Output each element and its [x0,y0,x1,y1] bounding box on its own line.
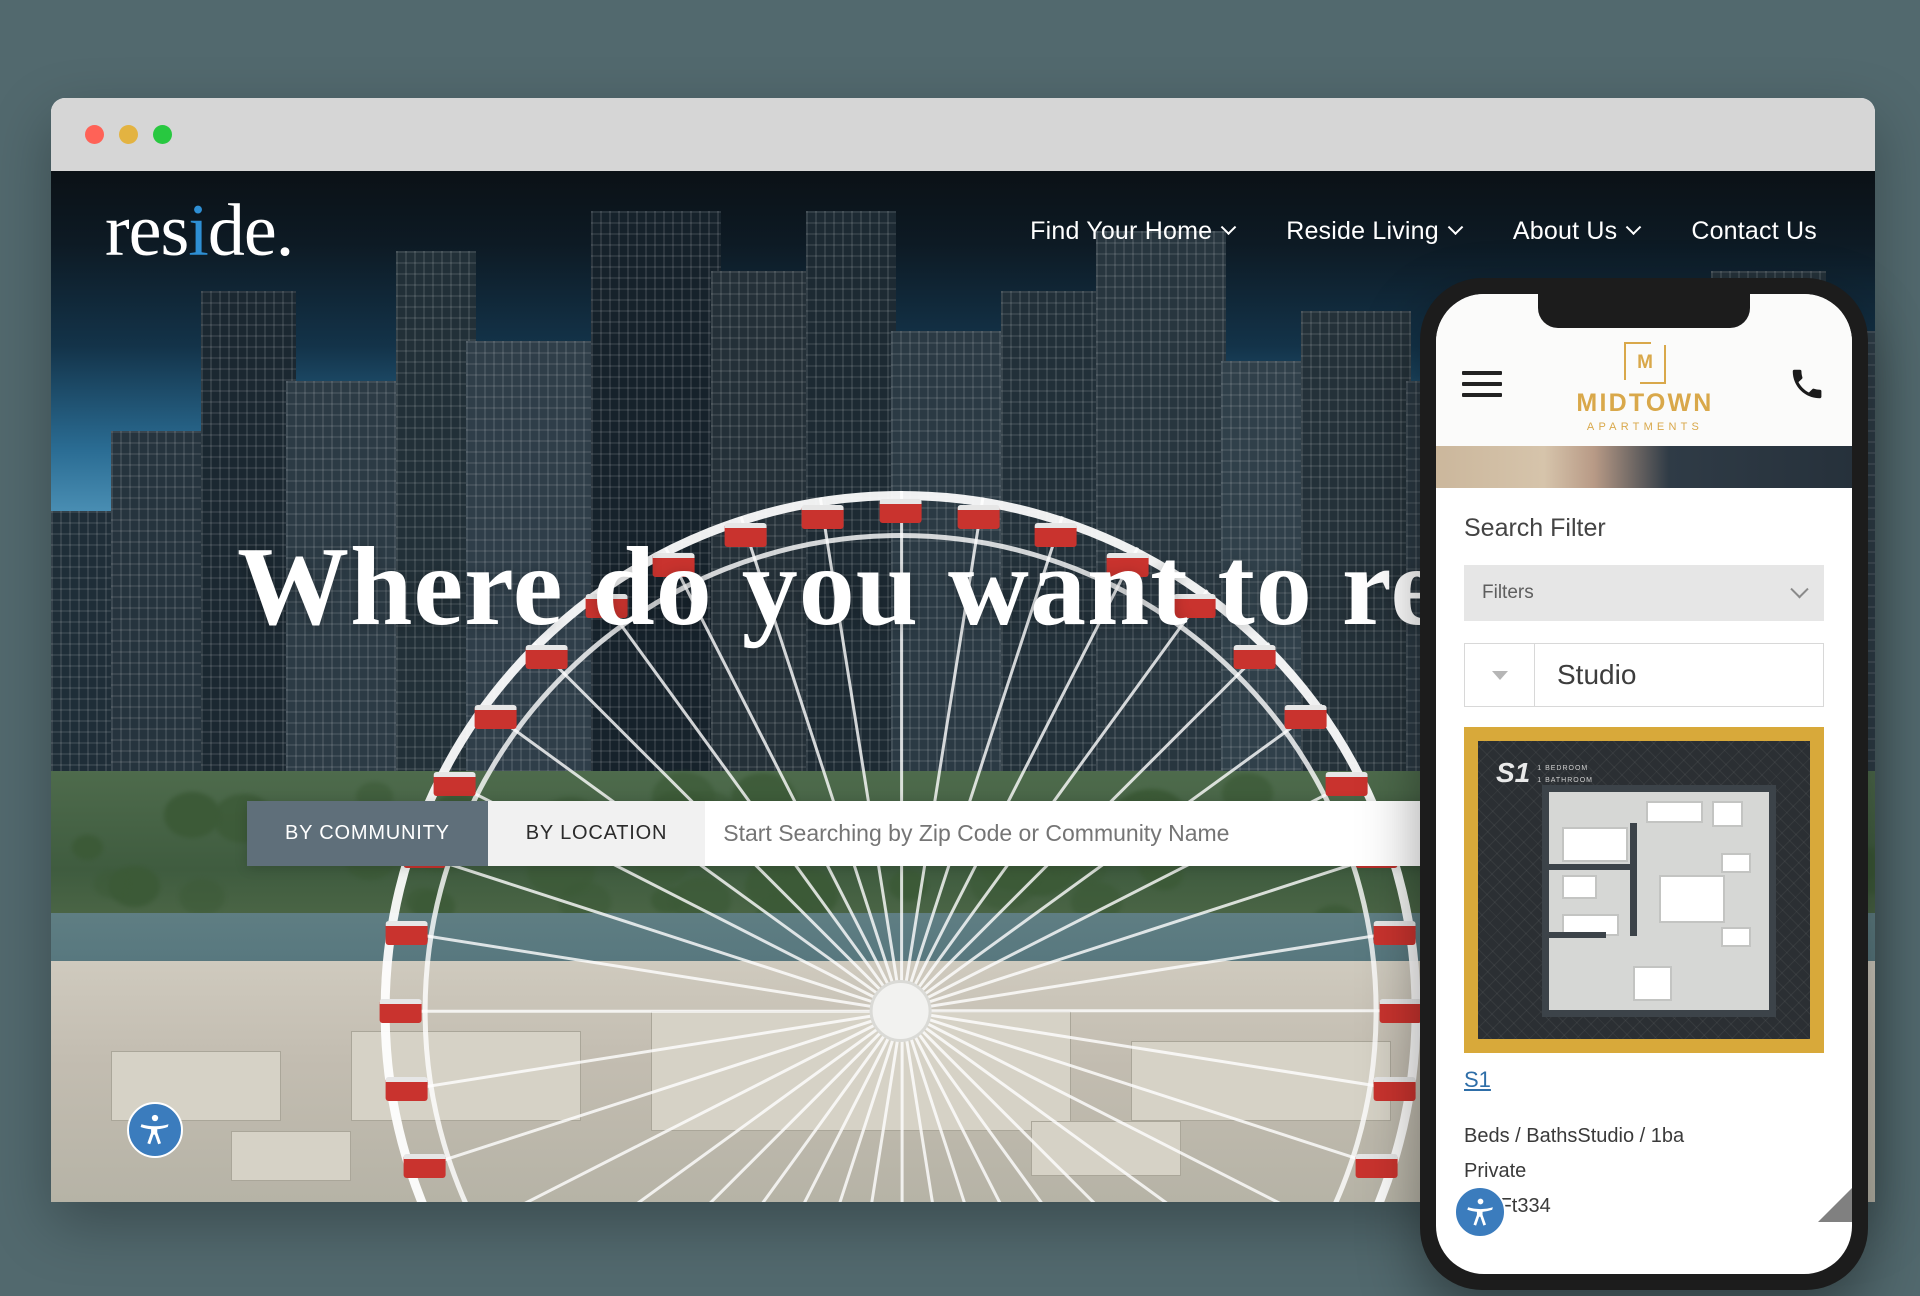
nav-item-reside-living[interactable]: Reside Living [1286,217,1461,246]
floorplan-kitchen [1646,801,1703,823]
accessibility-widget-button[interactable] [1454,1186,1506,1238]
pier-building [651,1011,1071,1131]
floorplan-wall [1630,823,1637,936]
chevron-down-icon [1790,580,1808,598]
mobile-content: Search Filter Filters Studio S1 1 BEDROO… [1436,488,1852,1224]
nav-label: Contact Us [1691,217,1817,246]
caret-down-icon [1492,671,1508,680]
logo-accent-letter: i [188,190,208,272]
site-header: reside. Find Your Home Reside Living Abo… [51,171,1875,291]
browser-title-bar [51,98,1875,171]
studio-accordion-row[interactable]: Studio [1464,643,1824,707]
accordion-toggle-button[interactable] [1465,644,1535,706]
floorplan-beds-label: 1 BEDROOM [1537,763,1593,775]
floorplan-wall [1549,932,1606,939]
floorplan-toilet [1562,875,1597,899]
filters-select-value: Filters [1482,582,1534,604]
accordion-label: Studio [1535,644,1823,706]
hamburger-icon[interactable] [1462,364,1502,404]
phone-screen: M MIDTOWN APARTMENTS Search Filter Filte… [1436,294,1852,1274]
main-navigation: Find Your Home Reside Living About Us Co… [1030,217,1817,246]
pier-building [1131,1041,1391,1121]
pier-building [351,1031,581,1121]
skyline-building [806,211,896,811]
search-tab-by-community[interactable]: BY COMMUNITY [247,801,488,866]
floorplan-bed [1659,875,1725,923]
floorplan-image: S1 1 BEDROOM 1 BATHROOM [1478,741,1810,1039]
midtown-logo-subtitle: APARTMENTS [1576,421,1713,433]
chevron-down-icon [1448,219,1464,235]
floorplan-entry [1633,966,1673,1001]
logo-text-before: res [105,190,188,272]
tree [164,792,221,837]
m-mark-letter: M [1637,352,1653,374]
floorplan-card[interactable]: S1 1 BEDROOM 1 BATHROOM [1464,727,1824,1053]
chevron-down-icon [1221,219,1237,235]
accessibility-widget-button[interactable] [127,1102,183,1158]
window-maximize-button[interactable] [153,125,172,144]
pier-building [231,1131,351,1181]
image-corner-fold [1818,1188,1852,1222]
chevron-down-icon [1626,219,1642,235]
logo-text-after: de. [208,190,293,272]
nav-item-find-your-home[interactable]: Find Your Home [1030,217,1234,246]
spec-beds-baths: Beds / BathsStudio / 1ba [1464,1119,1824,1154]
midtown-logo[interactable]: M MIDTOWN APARTMENTS [1576,342,1713,433]
midtown-logo-name: MIDTOWN [1576,391,1713,416]
tree [406,888,440,915]
accessibility-icon [137,1112,173,1148]
skyline-building [591,211,721,811]
site-logo[interactable]: reside. [77,194,293,268]
midtown-m-mark-icon: M [1624,342,1666,384]
floorplan-unit-outline [1542,785,1776,1017]
spec-private: Private [1464,1154,1824,1189]
floorplan-window-b [1721,927,1752,947]
floorplan-link[interactable]: S1 [1464,1067,1491,1093]
tree [889,870,927,900]
nav-label: Find Your Home [1030,217,1212,246]
floorplan-tag: S1 1 BEDROOM 1 BATHROOM [1496,759,1593,787]
phone-mockup: M MIDTOWN APARTMENTS Search Filter Filte… [1420,278,1868,1290]
nav-item-contact-us[interactable]: Contact Us [1691,217,1817,246]
floorplan-baths-label: 1 BATHROOM [1537,775,1593,787]
floorplan-window-a [1721,853,1752,873]
nav-label: About Us [1513,217,1617,246]
floorplan-counter [1712,801,1743,827]
floorplan-specs: Beds / BathsStudio / 1ba Private Sq. Ft3… [1464,1119,1824,1224]
tree [94,870,129,898]
floorplan-wall [1549,864,1637,871]
phone-notch [1538,294,1750,328]
nav-label: Reside Living [1286,217,1439,246]
search-tab-by-location[interactable]: BY LOCATION [488,801,705,866]
spec-square-feet: Sq. Ft334 [1464,1189,1824,1224]
nav-item-about-us[interactable]: About Us [1513,217,1639,246]
floorplan-bathtub [1562,827,1628,862]
skyline-building [1096,231,1226,811]
accessibility-icon [1464,1196,1497,1229]
filters-select[interactable]: Filters [1464,565,1824,621]
pier-building [1031,1121,1181,1176]
window-minimize-button[interactable] [119,125,138,144]
tree [72,835,103,860]
mobile-hero-image-strip [1436,446,1852,488]
search-filter-title: Search Filter [1464,514,1824,543]
window-close-button[interactable] [85,125,104,144]
floorplan-code: S1 [1496,759,1530,787]
phone-icon[interactable] [1788,365,1826,403]
